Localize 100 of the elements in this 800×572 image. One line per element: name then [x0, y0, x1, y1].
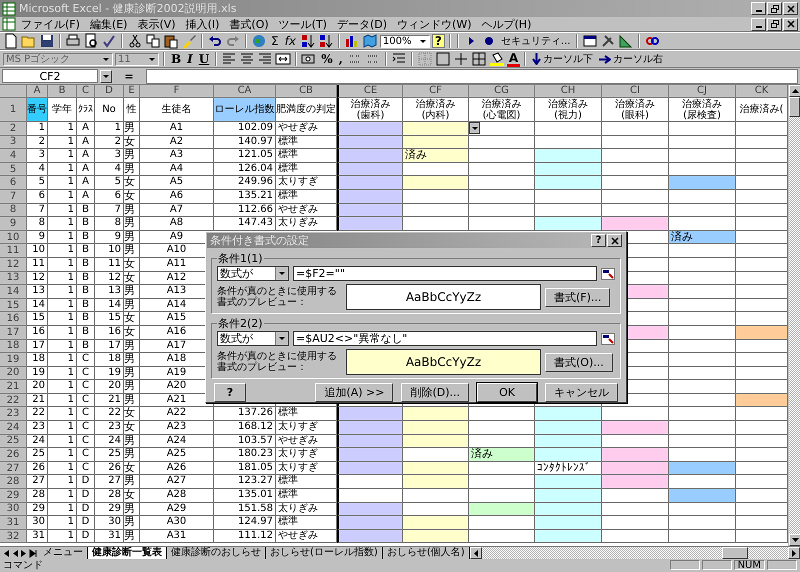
column-header[interactable]: C [77, 85, 95, 98]
scroll-right-icon[interactable] [20, 548, 28, 558]
dropdown-button[interactable] [469, 122, 480, 134]
help-button[interactable]: ? [591, 234, 606, 247]
row-header[interactable]: 10 [0, 230, 27, 244]
scroll-down-button[interactable] [789, 534, 800, 546]
menu-item[interactable]: ファイル(F) [16, 16, 85, 32]
row-header[interactable]: 9 [0, 217, 27, 231]
row-header[interactable]: 7 [0, 190, 27, 204]
sort-ascending-icon[interactable] [300, 33, 316, 49]
formula-field[interactable]: =$AU2<>"異常なし" [293, 331, 597, 346]
all-borders-icon[interactable] [470, 51, 487, 67]
row-header[interactable]: 2 [0, 122, 27, 136]
function-button[interactable]: fx [282, 34, 298, 48]
dialog-button[interactable]: キャンセル [545, 383, 618, 402]
row-header[interactable]: 27 [0, 462, 27, 476]
row-header[interactable]: 8 [0, 204, 27, 218]
format-button[interactable]: 書式(F)... [545, 288, 610, 306]
minimize-button[interactable] [751, 18, 766, 30]
condition-type-dropdown[interactable]: 数式が [217, 266, 289, 281]
formula-field[interactable] [146, 68, 798, 84]
menu-item[interactable]: ツール(T) [274, 16, 332, 32]
zoom-dropdown[interactable]: 100% [380, 34, 430, 48]
scroll-left-button[interactable] [470, 547, 482, 559]
column-header[interactable]: E [124, 85, 140, 98]
cursor-right-button[interactable]: カーソル右 [597, 52, 666, 66]
scroll-right-icon[interactable] [29, 548, 37, 558]
row-header[interactable]: 18 [0, 340, 27, 354]
new-file-icon[interactable] [3, 33, 19, 49]
row-header[interactable]: 4 [0, 149, 27, 163]
row-header[interactable]: 6 [0, 176, 27, 190]
row-header[interactable]: 31 [0, 516, 27, 530]
comma-button[interactable]: , [336, 52, 345, 66]
map-icon[interactable] [362, 33, 378, 49]
restore-button[interactable] [767, 18, 782, 30]
workbook-icon[interactable] [2, 17, 16, 31]
menu-item[interactable]: ウィンドウ(W) [392, 16, 476, 32]
column-header[interactable]: CA [214, 85, 276, 98]
column-header[interactable]: CB [276, 85, 337, 98]
cursor-down-button[interactable]: カーソル下 [530, 52, 596, 66]
spellcheck-icon[interactable] [101, 33, 117, 49]
copy-icon[interactable] [145, 33, 161, 49]
security-button[interactable]: セキュリティ... [498, 34, 572, 48]
merge-center-icon[interactable] [275, 51, 292, 67]
close-button[interactable] [607, 234, 622, 247]
print-preview-icon[interactable] [83, 33, 99, 49]
column-header[interactable]: CF [403, 85, 469, 98]
scroll-left-icon[interactable] [11, 548, 19, 558]
column-header[interactable]: CG [469, 85, 535, 98]
dialog-button[interactable]: 削除(D)... [401, 383, 469, 402]
row-header[interactable]: 29 [0, 489, 27, 503]
close-button[interactable] [783, 18, 798, 30]
column-header[interactable]: CE [337, 85, 403, 98]
row-header[interactable]: 28 [0, 475, 27, 490]
formula-field[interactable]: =$F2="" [293, 266, 597, 281]
format-button[interactable]: 書式(O)... [545, 352, 613, 372]
row-header[interactable]: 32 [0, 530, 27, 544]
triangle-ruler-icon[interactable] [618, 33, 634, 49]
row-header[interactable]: 11 [0, 244, 27, 258]
paintbrush-icon[interactable] [181, 33, 197, 49]
save-icon[interactable] [39, 33, 55, 49]
menu-item[interactable]: ヘルプ(H) [476, 16, 536, 32]
undo-icon[interactable] [207, 33, 223, 49]
tools-icon[interactable] [600, 33, 616, 49]
sort-descending-icon[interactable] [318, 33, 334, 49]
column-header[interactable]: B [48, 85, 77, 98]
row-header[interactable]: 25 [0, 434, 27, 448]
underline-button[interactable]: U [196, 52, 212, 66]
sheet-tab[interactable]: 健康診断一覧表 [88, 547, 167, 559]
row-header[interactable]: 24 [0, 421, 27, 435]
row-header[interactable]: 17 [0, 326, 27, 340]
row-header[interactable]: 19 [0, 353, 27, 367]
scroll-up-button[interactable] [789, 85, 800, 97]
row-header[interactable]: 1 [0, 98, 27, 122]
range-select-icon[interactable] [601, 268, 615, 280]
name-box[interactable]: CF2 [2, 69, 98, 83]
horizontal-scrollbar[interactable] [470, 547, 800, 559]
menu-item[interactable]: 表示(V) [132, 16, 181, 32]
dialog-button[interactable]: OK [477, 383, 537, 402]
vertical-scrollbar[interactable] [788, 85, 800, 546]
menu-item[interactable]: 書式(O) [224, 16, 274, 32]
scroll-thumb[interactable] [789, 97, 800, 117]
inner-border-icon[interactable] [452, 51, 469, 67]
help-button[interactable]: ? [432, 34, 445, 48]
fill-color-icon[interactable] [488, 51, 505, 67]
column-header[interactable]: CK [736, 85, 788, 98]
row-header[interactable]: 3 [0, 136, 27, 150]
box-border-icon[interactable] [434, 51, 451, 67]
range-select-icon[interactable] [601, 332, 615, 344]
help-button[interactable]: ? [214, 383, 246, 402]
column-header[interactable]: D [95, 85, 124, 98]
bar-chart-icon[interactable] [344, 33, 360, 49]
scissors-icon[interactable] [127, 33, 143, 49]
condition-type-dropdown[interactable]: 数式が [217, 331, 289, 346]
form-icon[interactable] [582, 33, 598, 49]
scroll-left-icon[interactable] [2, 548, 10, 558]
scroll-right-button[interactable] [788, 547, 800, 559]
row-header[interactable]: 23 [0, 407, 27, 422]
column-header[interactable]: CI [602, 85, 669, 98]
menu-item[interactable]: データ(D) [332, 16, 392, 32]
